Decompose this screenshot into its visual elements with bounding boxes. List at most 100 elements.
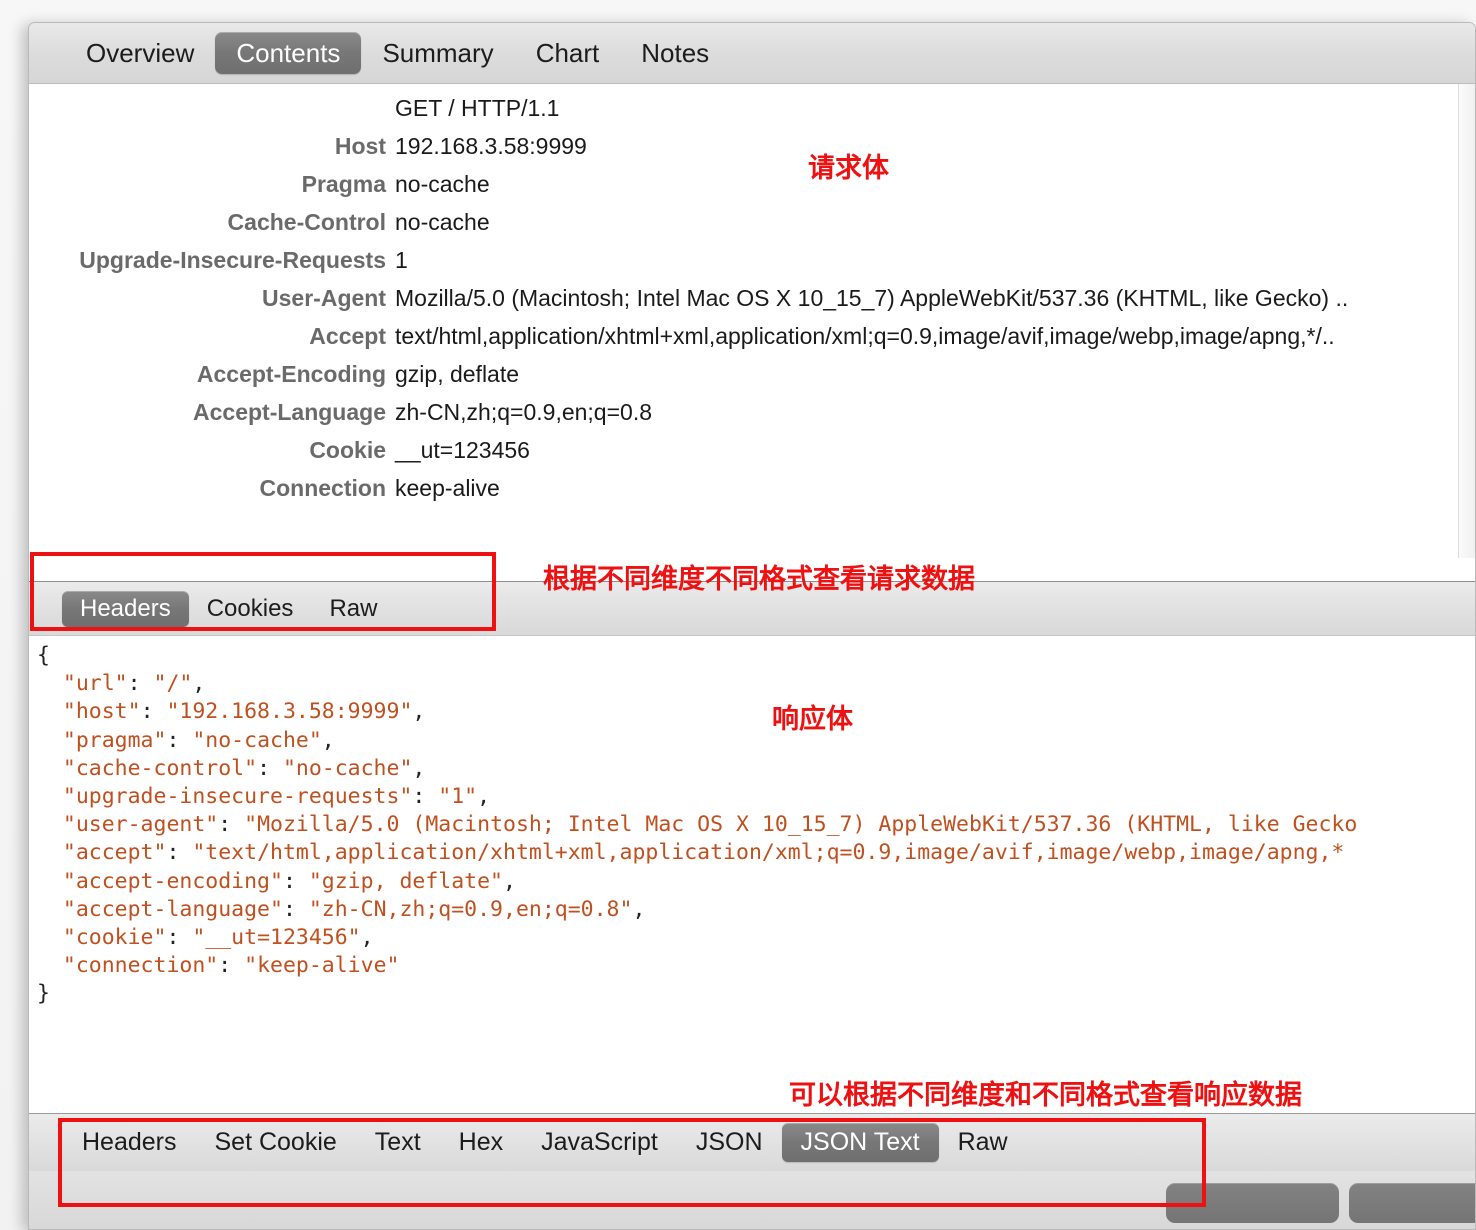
request-header-name: Cache-Control xyxy=(29,209,386,236)
footer-button-left[interactable] xyxy=(1166,1183,1339,1223)
json-token: "1" xyxy=(438,784,477,809)
json-token xyxy=(37,728,63,753)
request-header-row: Pragmano-cache xyxy=(29,171,1475,209)
request-view-tab-headers[interactable]: Headers xyxy=(62,591,189,627)
json-line: "connection": "keep-alive" xyxy=(37,952,1475,980)
annotation-response-body: 响应体 xyxy=(772,697,853,736)
json-token: "host" xyxy=(63,699,141,724)
top-tab-contents[interactable]: Contents xyxy=(215,32,361,74)
request-header-name: Connection xyxy=(29,475,386,502)
json-token: , xyxy=(192,671,205,696)
request-headers-pane: GET / HTTP/1.1Host192.168.3.58:9999Pragm… xyxy=(29,84,1475,558)
json-token: "cookie" xyxy=(63,925,167,950)
request-header-row: Accept-Encodinggzip, deflate xyxy=(29,361,1475,399)
top-tab-chart[interactable]: Chart xyxy=(515,32,621,74)
annotation-request-view: 根据不同维度不同格式查看请求数据 xyxy=(543,557,975,596)
json-token: : xyxy=(412,784,438,809)
json-token: : xyxy=(141,699,167,724)
json-line: "accept-language": "zh-CN,zh;q=0.9,en;q=… xyxy=(37,896,1475,924)
json-line: } xyxy=(37,980,1475,1008)
json-token: : xyxy=(218,812,244,837)
json-token: } xyxy=(37,981,50,1006)
json-token: "cache-control" xyxy=(63,756,257,781)
json-token: "keep-alive" xyxy=(244,953,399,978)
json-line: "cache-control": "no-cache", xyxy=(37,755,1475,783)
json-token: , xyxy=(632,897,645,922)
footer-button-right[interactable] xyxy=(1349,1183,1476,1223)
json-token: , xyxy=(503,869,516,894)
request-header-value: keep-alive xyxy=(386,475,500,502)
request-header-value: gzip, deflate xyxy=(386,361,519,388)
json-line: "accept-encoding": "gzip, deflate", xyxy=(37,868,1475,896)
response-view-tab-javascript[interactable]: JavaScript xyxy=(522,1123,677,1162)
json-token xyxy=(37,699,63,724)
json-token: "no-cache" xyxy=(192,728,321,753)
top-tab-overview[interactable]: Overview xyxy=(65,32,215,74)
json-token: { xyxy=(37,643,50,668)
json-token: : xyxy=(166,728,192,753)
request-header-name: Upgrade-Insecure-Requests xyxy=(29,247,386,274)
request-header-row: Cookie__ut=123456 xyxy=(29,437,1475,475)
json-token xyxy=(37,840,63,865)
request-header-name: User-Agent xyxy=(29,285,386,312)
response-view-tab-headers[interactable]: Headers xyxy=(63,1123,196,1162)
json-token: , xyxy=(412,699,425,724)
json-token: "user-agent" xyxy=(63,812,218,837)
request-header-name: Host xyxy=(29,133,386,160)
json-token xyxy=(37,671,63,696)
json-token xyxy=(37,925,63,950)
json-token xyxy=(37,897,63,922)
request-view-tab-cookies[interactable]: Cookies xyxy=(189,591,312,627)
json-token: , xyxy=(412,756,425,781)
request-header-value: no-cache xyxy=(386,171,490,198)
response-view-tab-bar: HeadersSet CookieTextHexJavaScriptJSONJS… xyxy=(29,1113,1475,1171)
json-token: "Mozilla/5.0 (Macintosh; Intel Mac OS X … xyxy=(244,812,1357,837)
json-token xyxy=(37,869,63,894)
request-header-value: __ut=123456 xyxy=(386,437,530,464)
request-header-value: zh-CN,zh;q=0.9,en;q=0.8 xyxy=(386,399,652,426)
request-pane-scrollbar[interactable] xyxy=(1458,84,1475,558)
top-tab-summary[interactable]: Summary xyxy=(361,32,514,74)
request-header-name: Accept-Language xyxy=(29,399,386,426)
json-line: "pragma": "no-cache", xyxy=(37,727,1475,755)
request-header-row: Upgrade-Insecure-Requests1 xyxy=(29,247,1475,285)
request-header-value: text/html,application/xhtml+xml,applicat… xyxy=(386,323,1335,350)
json-token: , xyxy=(322,728,335,753)
screenshot-root: OverviewContentsSummaryChartNotes GET / … xyxy=(0,0,1476,1230)
request-header-row: Cache-Controlno-cache xyxy=(29,209,1475,247)
response-body-pane[interactable]: { "url": "/", "host": "192.168.3.58:9999… xyxy=(29,636,1475,1141)
request-header-row: Host192.168.3.58:9999 xyxy=(29,133,1475,171)
request-header-value: 1 xyxy=(386,247,408,274)
json-line: "url": "/", xyxy=(37,670,1475,698)
json-token: : xyxy=(283,869,309,894)
response-view-tab-json[interactable]: JSON xyxy=(677,1123,782,1162)
json-token: "zh-CN,zh;q=0.9,en;q=0.8" xyxy=(309,897,633,922)
response-view-tab-raw[interactable]: Raw xyxy=(939,1123,1027,1162)
json-line: "upgrade-insecure-requests": "1", xyxy=(37,783,1475,811)
request-header-value: no-cache xyxy=(386,209,490,236)
response-view-tab-set-cookie[interactable]: Set Cookie xyxy=(196,1123,356,1162)
json-token: "accept-language" xyxy=(63,897,283,922)
json-token: : xyxy=(166,840,192,865)
top-tab-notes[interactable]: Notes xyxy=(620,32,730,74)
request-header-name: Pragma xyxy=(29,171,386,198)
json-token: "text/html,application/xhtml+xml,applica… xyxy=(192,840,1344,865)
json-token xyxy=(37,953,63,978)
response-view-tab-text[interactable]: Text xyxy=(356,1123,440,1162)
json-token: "__ut=123456" xyxy=(192,925,360,950)
json-token: : xyxy=(257,756,283,781)
request-header-value: 192.168.3.58:9999 xyxy=(386,133,587,160)
annotation-response-view: 可以根据不同维度和不同格式查看响应数据 xyxy=(789,1073,1302,1112)
json-token xyxy=(37,756,63,781)
request-view-tab-raw[interactable]: Raw xyxy=(311,591,395,627)
request-header-name: Cookie xyxy=(29,437,386,464)
json-token: "pragma" xyxy=(63,728,167,753)
response-view-tab-json-text[interactable]: JSON Text xyxy=(782,1123,939,1162)
json-token: "accept" xyxy=(63,840,167,865)
annotation-request-body: 请求体 xyxy=(808,146,889,185)
response-view-tab-hex[interactable]: Hex xyxy=(440,1123,522,1162)
json-line: "user-agent": "Mozilla/5.0 (Macintosh; I… xyxy=(37,811,1475,839)
request-header-list: GET / HTTP/1.1Host192.168.3.58:9999Pragm… xyxy=(29,84,1475,513)
json-token: "accept-encoding" xyxy=(63,869,283,894)
window-footer xyxy=(29,1171,1475,1229)
